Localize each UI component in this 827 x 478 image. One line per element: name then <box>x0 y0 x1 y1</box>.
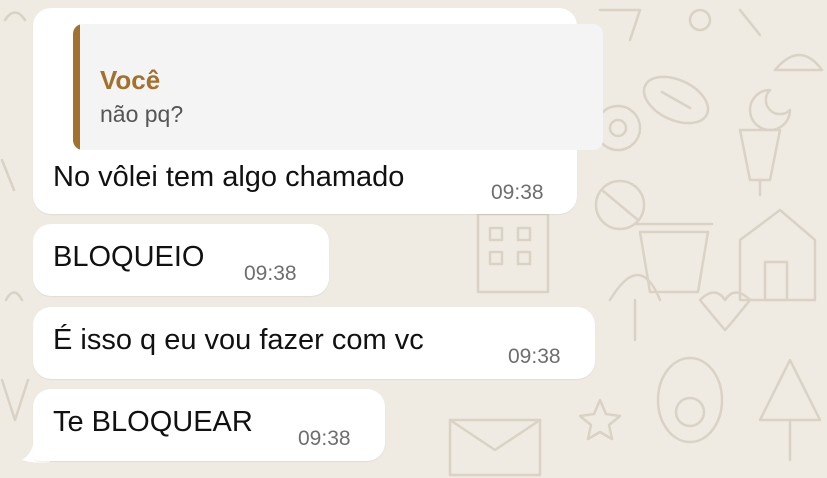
message-time: 09:38 <box>508 345 561 368</box>
message-text: BLOQUEIO <box>53 241 205 273</box>
pot-doodle <box>634 222 714 294</box>
quote-author: Você <box>100 65 161 95</box>
message-text: Te BLOQUEAR <box>53 406 253 438</box>
message-time: 09:38 <box>298 427 351 450</box>
star-doodle <box>578 398 622 441</box>
house-doodle <box>738 208 817 302</box>
plant-doodle <box>608 273 662 342</box>
ball-doodle <box>594 179 646 231</box>
lamp-doodle <box>738 128 782 197</box>
message-bubble[interactable]: BLOQUEIO 09:38 <box>33 224 329 296</box>
top-doodles <box>598 8 762 42</box>
message-text: No vôlei tem algo chamado <box>53 161 405 193</box>
avocado-doodle <box>656 356 724 444</box>
message-bubble[interactable]: É isso q eu vou fazer com vc 09:38 <box>33 307 595 379</box>
left-doodles <box>0 11 30 422</box>
message-bubble[interactable]: Te BLOQUEAR 09:38 <box>33 389 385 461</box>
envelope-doodle <box>448 418 542 477</box>
quote-accent-bar <box>73 24 80 150</box>
taco-doodle <box>773 53 824 72</box>
crescent-doodle <box>748 88 792 132</box>
message-text: É isso q eu vou fazer com vc <box>53 324 424 356</box>
football-doodle <box>642 75 710 125</box>
tree-doodle <box>758 358 822 462</box>
quote-text: não pq? <box>100 101 184 127</box>
message-time: 09:38 <box>491 181 544 204</box>
message-bubble-reply[interactable]: Você não pq? No vôlei tem algo chamado 0… <box>33 8 603 214</box>
message-time: 09:38 <box>244 262 297 285</box>
building-doodle <box>476 212 550 294</box>
quoted-message[interactable]: Você não pq? <box>73 24 603 150</box>
hearts-doodle <box>698 291 752 332</box>
